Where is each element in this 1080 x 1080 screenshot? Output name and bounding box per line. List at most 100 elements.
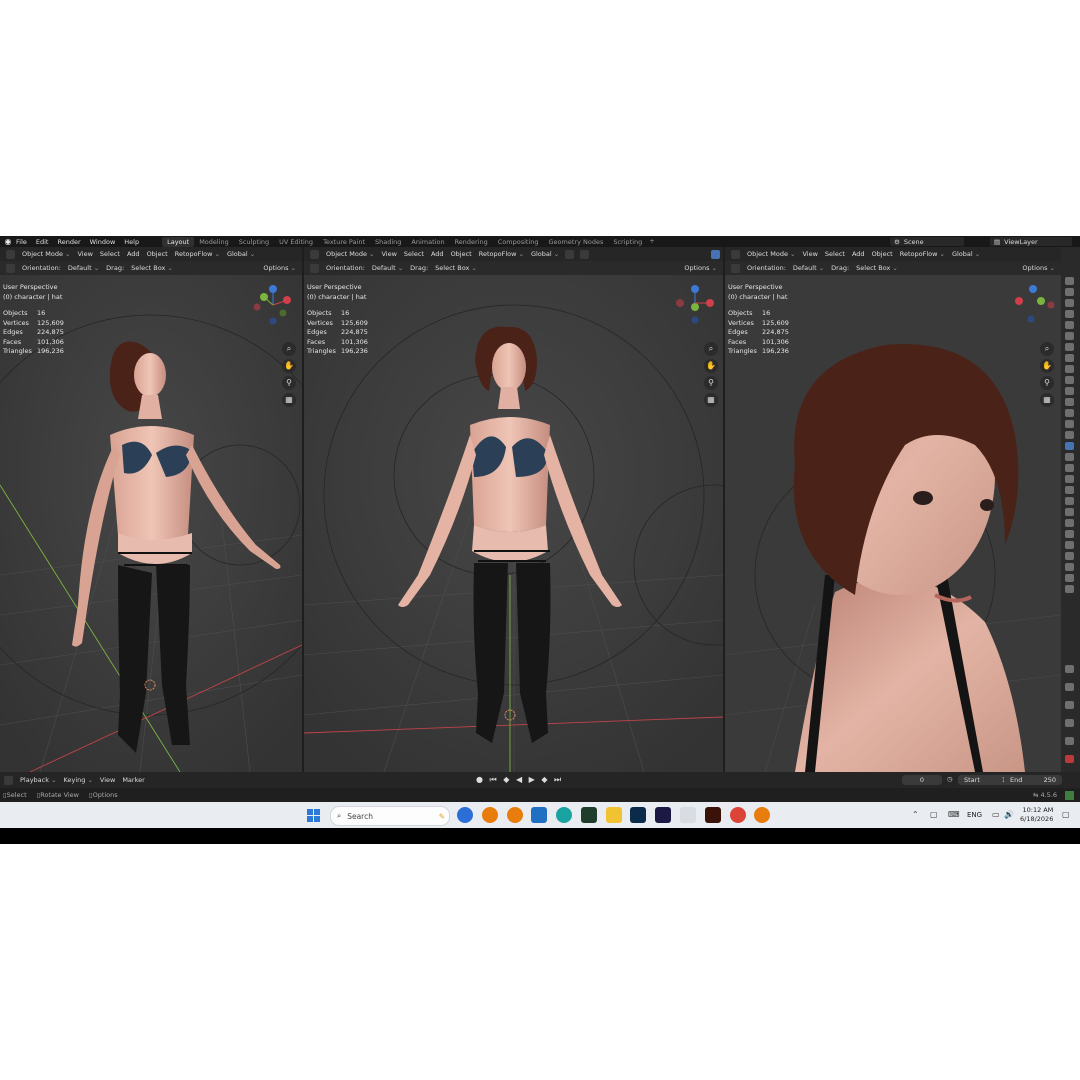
blender-app-icon-3[interactable] bbox=[754, 807, 770, 823]
proportional-edit-icon[interactable] bbox=[580, 249, 590, 259]
camera-icon[interactable] bbox=[1065, 420, 1074, 428]
file-explorer-icon[interactable] bbox=[606, 807, 622, 823]
camera-icon[interactable] bbox=[1065, 530, 1074, 538]
editor-type-icon[interactable] bbox=[6, 249, 15, 259]
clock-icon[interactable]: ◷ bbox=[947, 775, 953, 783]
blender-logo-icon[interactable]: ◉ bbox=[3, 237, 13, 247]
shading-solid-icon[interactable] bbox=[711, 249, 720, 259]
viewport-center[interactable]: Object Mode View Select Add Object Retop… bbox=[304, 247, 723, 772]
orientation-dropdown[interactable]: Default bbox=[68, 264, 99, 272]
render-properties-icon[interactable] bbox=[1065, 683, 1074, 691]
orientation-dropdown[interactable]: Default bbox=[372, 264, 403, 272]
camera-icon[interactable] bbox=[1065, 376, 1074, 384]
transform-orientation-dropdown[interactable]: Global bbox=[952, 250, 980, 258]
perspective-grid-icon[interactable]: ▦ bbox=[704, 393, 718, 407]
app-icon-1[interactable] bbox=[457, 807, 473, 823]
menu-file[interactable]: File bbox=[16, 238, 27, 246]
menu-help[interactable]: Help bbox=[124, 238, 139, 246]
zoom-icon[interactable]: ⌕ bbox=[704, 342, 718, 356]
viewport-right[interactable]: Object Mode View Select Add Object Retop… bbox=[725, 247, 1061, 772]
object-mode-dropdown[interactable]: Object Mode bbox=[326, 250, 374, 258]
tab-sculpting[interactable]: Sculpting bbox=[234, 237, 274, 247]
camera-icon-active[interactable] bbox=[1065, 442, 1074, 450]
notification-center-icon[interactable]: ▢ bbox=[1062, 810, 1070, 819]
camera-icon[interactable] bbox=[1065, 519, 1074, 527]
edge-browser-icon[interactable] bbox=[556, 807, 572, 823]
menu-object[interactable]: Object bbox=[451, 250, 472, 258]
timeline-view-menu[interactable]: View bbox=[100, 776, 115, 784]
camera-icon[interactable] bbox=[1065, 475, 1074, 483]
select-tool-icon[interactable] bbox=[6, 263, 15, 273]
playback-controls[interactable]: ● ⏮ ◆ ◀ ▶ ◆ ⏭ bbox=[476, 775, 563, 785]
retopoflow-menu[interactable]: RetopoFlow bbox=[900, 250, 945, 258]
menu-add[interactable]: Add bbox=[852, 250, 865, 258]
menu-select[interactable]: Select bbox=[404, 250, 424, 258]
tool-settings-icon[interactable] bbox=[1065, 665, 1074, 673]
object-properties-icon[interactable] bbox=[1065, 755, 1074, 763]
navigation-gizmo[interactable] bbox=[674, 283, 718, 327]
object-mode-dropdown[interactable]: Object Mode bbox=[747, 250, 795, 258]
blender-app-icon[interactable] bbox=[482, 807, 498, 823]
options-dropdown[interactable]: Options bbox=[684, 264, 717, 272]
pan-hand-icon[interactable]: ✋ bbox=[282, 359, 296, 373]
zoom-icon[interactable]: ⌕ bbox=[1040, 342, 1054, 356]
tab-animation[interactable]: Animation bbox=[406, 237, 449, 247]
camera-icon[interactable] bbox=[1065, 398, 1074, 406]
taskbar-search-box[interactable]: ⌕ Search ✎ bbox=[330, 806, 450, 826]
after-effects-app-icon[interactable] bbox=[655, 807, 671, 823]
chrome-browser-icon[interactable] bbox=[730, 807, 746, 823]
camera-icon[interactable] bbox=[1065, 321, 1074, 329]
zbrush-app-icon[interactable] bbox=[680, 807, 696, 823]
editor-type-icon[interactable] bbox=[731, 249, 740, 259]
end-frame-field[interactable]: End 250 bbox=[1004, 775, 1062, 785]
camera-icon[interactable] bbox=[1065, 497, 1074, 505]
volume-icon[interactable]: 🔊 bbox=[1004, 810, 1014, 819]
drag-dropdown[interactable]: Select Box bbox=[131, 264, 173, 272]
keying-menu[interactable]: Keying bbox=[64, 776, 93, 784]
camera-view-icon[interactable]: ⚲ bbox=[1040, 376, 1054, 390]
camera-icon[interactable] bbox=[1065, 486, 1074, 494]
illustrator-app-icon[interactable] bbox=[705, 807, 721, 823]
menu-view[interactable]: View bbox=[77, 250, 92, 258]
playback-menu[interactable]: Playback bbox=[20, 776, 57, 784]
world-properties-icon[interactable] bbox=[1065, 737, 1074, 745]
clock[interactable]: 10:12 AM 6/18/2026 bbox=[1020, 806, 1053, 824]
notification-icon[interactable] bbox=[1065, 790, 1074, 800]
camera-icon[interactable] bbox=[1065, 453, 1074, 461]
camera-icon[interactable] bbox=[1065, 343, 1074, 351]
menu-select[interactable]: Select bbox=[100, 250, 120, 258]
menu-add[interactable]: Add bbox=[431, 250, 444, 258]
menu-view[interactable]: View bbox=[802, 250, 817, 258]
camera-icon[interactable] bbox=[1065, 431, 1074, 439]
navigation-gizmo[interactable] bbox=[250, 283, 294, 327]
windows-start-icon[interactable] bbox=[307, 809, 320, 822]
scene-selector[interactable]: ⚙ Scene bbox=[890, 237, 964, 246]
camera-icon[interactable] bbox=[1065, 585, 1074, 593]
select-tool-icon[interactable] bbox=[310, 263, 319, 273]
tab-uv-editing[interactable]: UV Editing bbox=[274, 237, 318, 247]
scene-properties-icon[interactable] bbox=[1065, 719, 1074, 727]
transform-orientation-dropdown[interactable]: Global bbox=[531, 250, 559, 258]
camera-icon[interactable] bbox=[1065, 277, 1074, 285]
pan-hand-icon[interactable]: ✋ bbox=[1040, 359, 1054, 373]
camera-view-icon[interactable]: ⚲ bbox=[282, 376, 296, 390]
menu-object[interactable]: Object bbox=[872, 250, 893, 258]
camera-icon[interactable] bbox=[1065, 409, 1074, 417]
tab-compositing[interactable]: Compositing bbox=[493, 237, 544, 247]
camera-icon[interactable] bbox=[1065, 563, 1074, 571]
painter-app-icon[interactable] bbox=[581, 807, 597, 823]
network-tray-icon[interactable]: ▭ bbox=[992, 810, 1000, 819]
store-app-icon[interactable] bbox=[531, 807, 547, 823]
camera-icon[interactable] bbox=[1065, 288, 1074, 296]
language-indicator[interactable]: ENG bbox=[967, 811, 982, 819]
viewport-left[interactable]: Object Mode View Select Add Object Retop… bbox=[0, 247, 302, 772]
options-dropdown[interactable]: Options bbox=[263, 264, 296, 272]
snap-icon[interactable] bbox=[565, 249, 575, 259]
camera-icon[interactable] bbox=[1065, 552, 1074, 560]
output-properties-icon[interactable] bbox=[1065, 701, 1074, 709]
tab-geometry-nodes[interactable]: Geometry Nodes bbox=[544, 237, 609, 247]
photoshop-app-icon[interactable] bbox=[630, 807, 646, 823]
blender-app-icon-2[interactable] bbox=[507, 807, 523, 823]
drag-dropdown[interactable]: Select Box bbox=[856, 264, 898, 272]
camera-icon[interactable] bbox=[1065, 365, 1074, 373]
